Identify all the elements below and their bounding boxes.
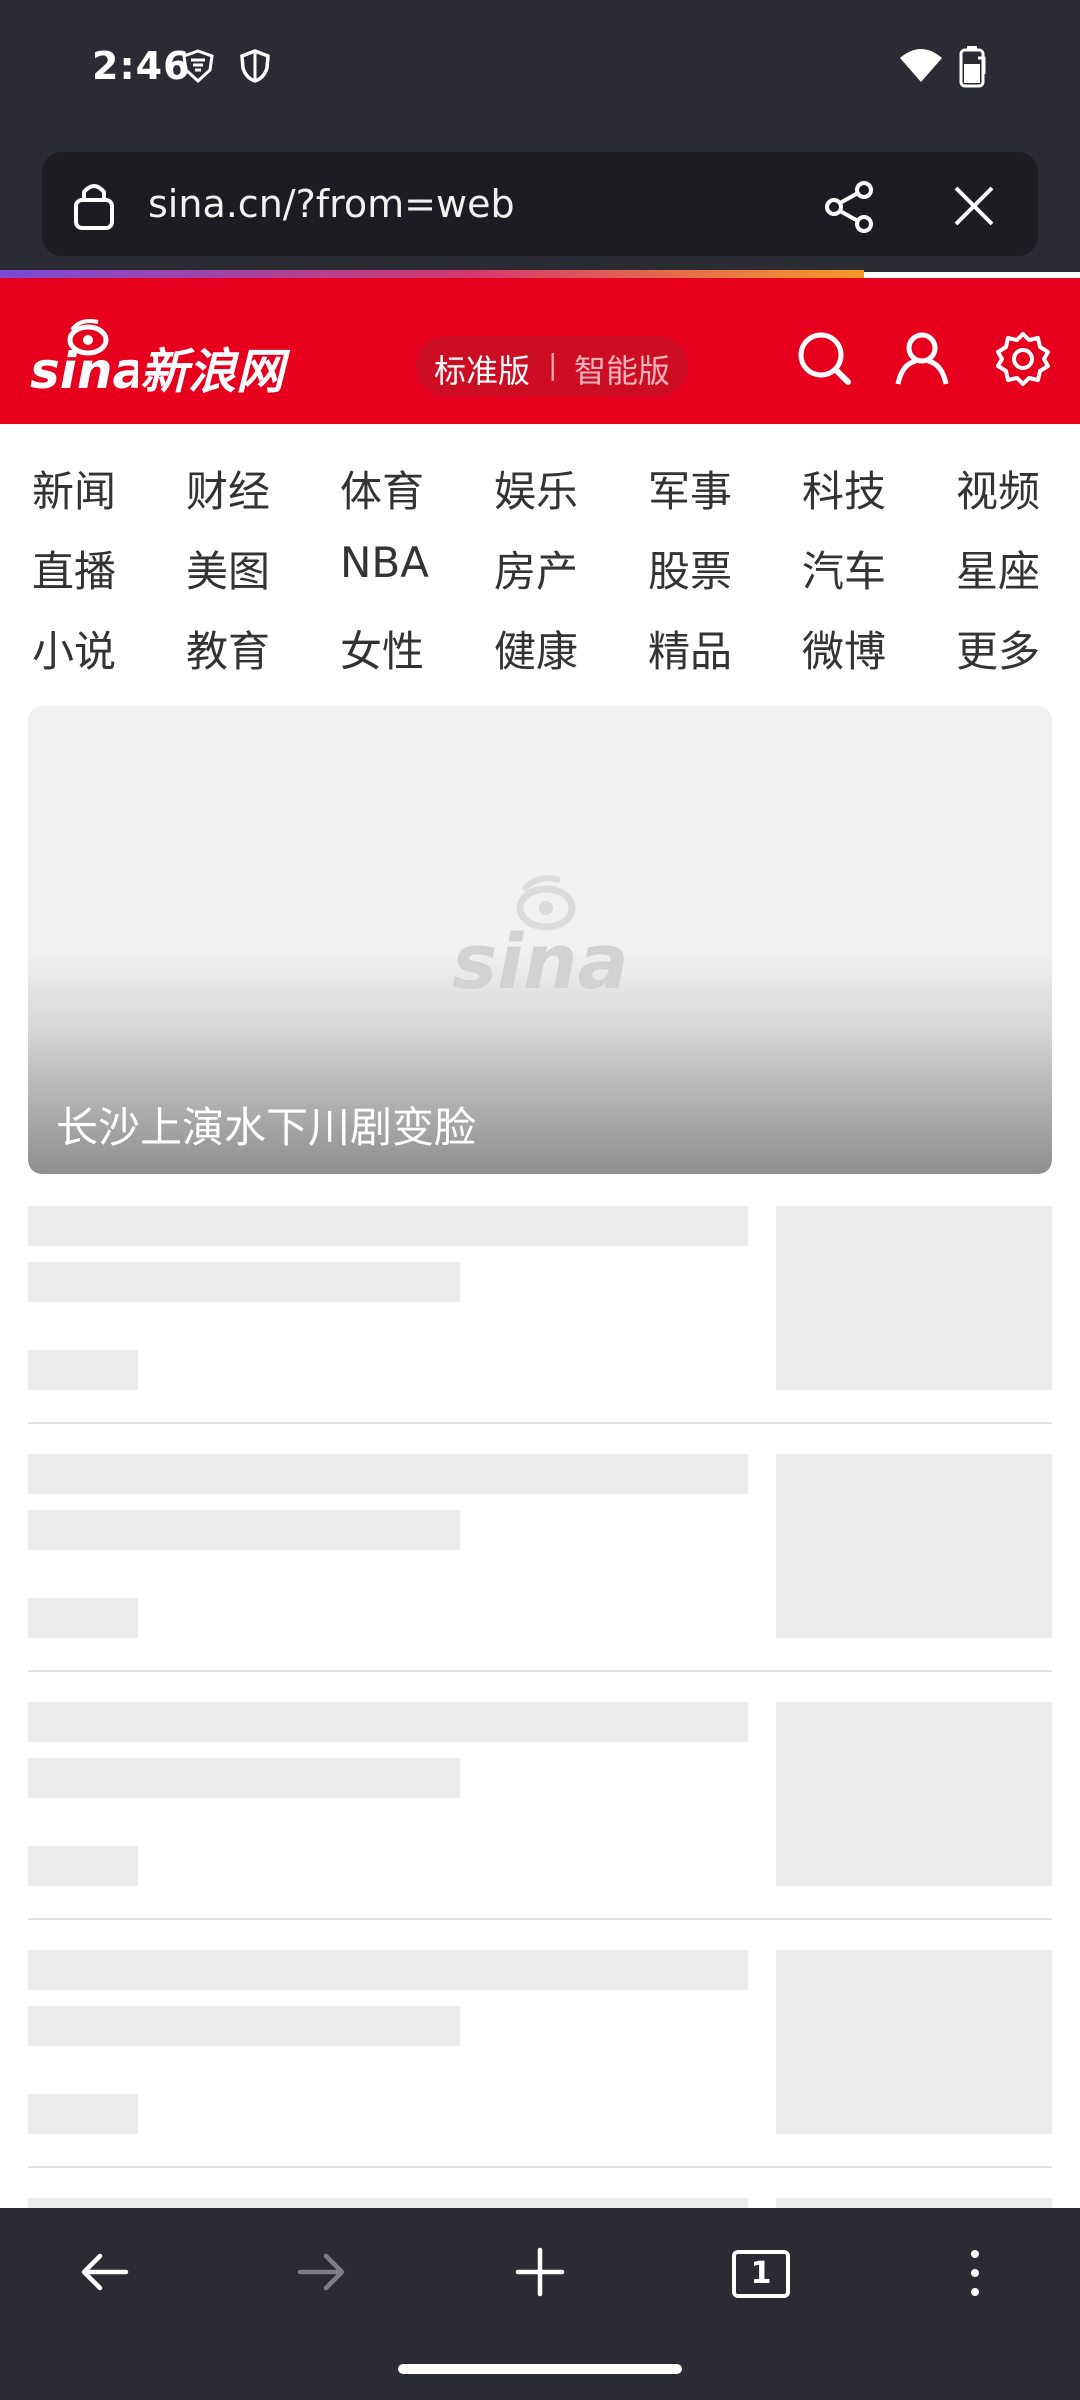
nav-item[interactable]: 星座: [956, 538, 1040, 599]
url-text[interactable]: sina.cn/?from=web: [148, 182, 515, 226]
skeleton-thumbnail: [776, 1950, 1052, 2134]
skeleton-meta: [28, 1846, 138, 1886]
nav-item[interactable]: 更多: [956, 618, 1040, 679]
nav-item[interactable]: NBA: [340, 538, 429, 587]
skeleton-thumbnail: [776, 2198, 1052, 2208]
nav-item[interactable]: 教育: [186, 618, 270, 679]
skeleton-title-line: [28, 1510, 460, 1550]
lock-icon[interactable]: [72, 178, 116, 232]
tab-switcher-icon[interactable]: 1: [732, 2250, 790, 2298]
nav-item[interactable]: 军事: [648, 458, 732, 519]
nav-item[interactable]: 精品: [648, 618, 732, 679]
skeleton-title-line: [28, 2198, 748, 2208]
skeleton-thumbnail: [776, 1702, 1052, 1886]
skeleton-title-line: [28, 1758, 460, 1798]
skeleton-thumbnail: [776, 1454, 1052, 1638]
nav-item[interactable]: 科技: [802, 458, 886, 519]
nav-item[interactable]: 财经: [186, 458, 270, 519]
nav-item[interactable]: 美图: [186, 538, 270, 599]
mode-smart[interactable]: 智能版: [574, 346, 670, 392]
skeleton-title-line: [28, 1206, 748, 1246]
nav-item[interactable]: 视频: [956, 458, 1040, 519]
logo-word[interactable]: 新浪网: [140, 332, 284, 402]
sina-watermark-icon: sina: [452, 875, 628, 1006]
nav-item[interactable]: 娱乐: [494, 458, 578, 519]
nav-item[interactable]: 新闻: [32, 458, 116, 519]
back-arrow-icon[interactable]: [78, 2248, 130, 2296]
skeleton-meta: [28, 1350, 138, 1390]
skeleton-meta: [28, 2094, 138, 2134]
hero-caption[interactable]: 长沙上演水下川剧变脸: [56, 1094, 476, 1155]
mode-standard[interactable]: 标准版: [434, 346, 530, 392]
nav-item[interactable]: 体育: [340, 458, 424, 519]
search-icon[interactable]: [796, 330, 852, 388]
user-icon[interactable]: [894, 330, 950, 388]
nav-item[interactable]: 直播: [32, 538, 116, 599]
close-icon[interactable]: [950, 182, 998, 230]
skeleton-title-line: [28, 1702, 748, 1742]
skeleton-title-line: [28, 2006, 460, 2046]
forward-arrow-icon[interactable]: [296, 2248, 348, 2296]
skeleton-meta: [28, 1598, 138, 1638]
divider: [28, 1670, 1052, 1672]
home-indicator[interactable]: [398, 2364, 682, 2374]
watermark-text: sina: [452, 917, 628, 1006]
sina-logo[interactable]: sina: [28, 318, 138, 402]
settings-icon[interactable]: [994, 330, 1052, 388]
logo-text: sina: [30, 342, 138, 400]
nav-item[interactable]: 房产: [494, 538, 578, 599]
more-menu-icon[interactable]: [960, 2246, 990, 2300]
status-time: 2:46: [92, 44, 191, 88]
page-load-progress: [0, 270, 864, 278]
nav-item[interactable]: 女性: [340, 618, 424, 679]
skeleton-title-line: [28, 1454, 748, 1494]
vpn-shield-icon: [182, 49, 214, 84]
wifi-icon: [900, 49, 942, 82]
skeleton-title-line: [28, 1262, 460, 1302]
share-icon[interactable]: [822, 180, 876, 234]
nav-item[interactable]: 汽车: [802, 538, 886, 599]
divider: [28, 2166, 1052, 2168]
new-tab-plus-icon[interactable]: [514, 2246, 566, 2298]
battery-icon: [959, 46, 986, 88]
nav-item[interactable]: 股票: [648, 538, 732, 599]
skeleton-thumbnail: [776, 1206, 1052, 1390]
skeleton-title-line: [28, 1950, 748, 1990]
mode-separator: |: [548, 348, 558, 381]
divider: [28, 1422, 1052, 1424]
shield-icon: [240, 49, 270, 83]
nav-item[interactable]: 健康: [494, 618, 578, 679]
divider: [28, 1918, 1052, 1920]
nav-item[interactable]: 微博: [802, 618, 886, 679]
nav-item[interactable]: 小说: [32, 618, 116, 679]
